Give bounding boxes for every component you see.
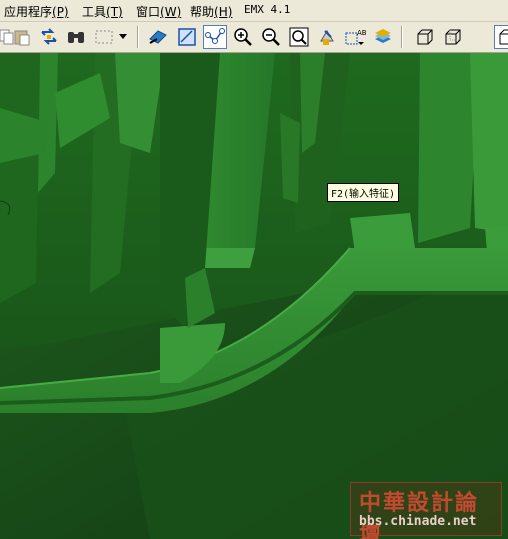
layers-icon[interactable]: [371, 25, 395, 49]
no-hidden-icon[interactable]: [494, 25, 508, 49]
sketch-icon[interactable]: [175, 25, 199, 49]
datum-display-icon[interactable]: [146, 25, 170, 49]
3d-model-view: [0, 53, 508, 539]
menu-emx[interactable]: EMX 4.1: [244, 3, 290, 16]
svg-text:AB: AB: [357, 29, 366, 37]
watermark-url: bbs.chinade.net: [359, 514, 477, 529]
menu-bar: 应用程序(P) 工具(T) 窗口(W) 帮助(H) EMX 4.1: [0, 0, 508, 22]
tooltip: F2(输入特征): [327, 183, 400, 202]
menu-tools[interactable]: 工具(T): [82, 3, 123, 20]
paste-icon[interactable]: [10, 25, 34, 49]
zoom-in-icon[interactable]: [231, 25, 255, 49]
datum-axis-icon[interactable]: [203, 25, 227, 49]
watermark-logo: 中華設計論壇 bbs.chinade.net: [350, 482, 502, 539]
wireframe-icon[interactable]: [412, 25, 436, 49]
toolbar: AB: [0, 22, 508, 53]
orient-icon[interactable]: [315, 25, 339, 49]
hidden-line-icon[interactable]: [440, 25, 464, 49]
toolbar-separator: [401, 26, 403, 48]
saved-views-icon[interactable]: AB: [343, 25, 367, 49]
menu-applications[interactable]: 应用程序(P): [4, 3, 69, 20]
menu-help[interactable]: 帮助(H): [190, 3, 232, 20]
graphics-viewport[interactable]: F2(输入特征) 中華設計論壇 bbs.chinade.net: [0, 53, 508, 539]
dropdown-arrow-icon[interactable]: [116, 25, 130, 49]
regenerate-icon[interactable]: [37, 25, 61, 49]
zoom-out-icon[interactable]: [259, 25, 283, 49]
select-box-icon[interactable]: [92, 25, 116, 49]
menu-window[interactable]: 窗口(W): [136, 3, 181, 20]
refit-icon[interactable]: [287, 25, 311, 49]
toolbar-separator: [137, 26, 139, 48]
binoculars-icon[interactable]: [64, 25, 88, 49]
watermark-title: 中華設計論壇: [359, 491, 480, 539]
